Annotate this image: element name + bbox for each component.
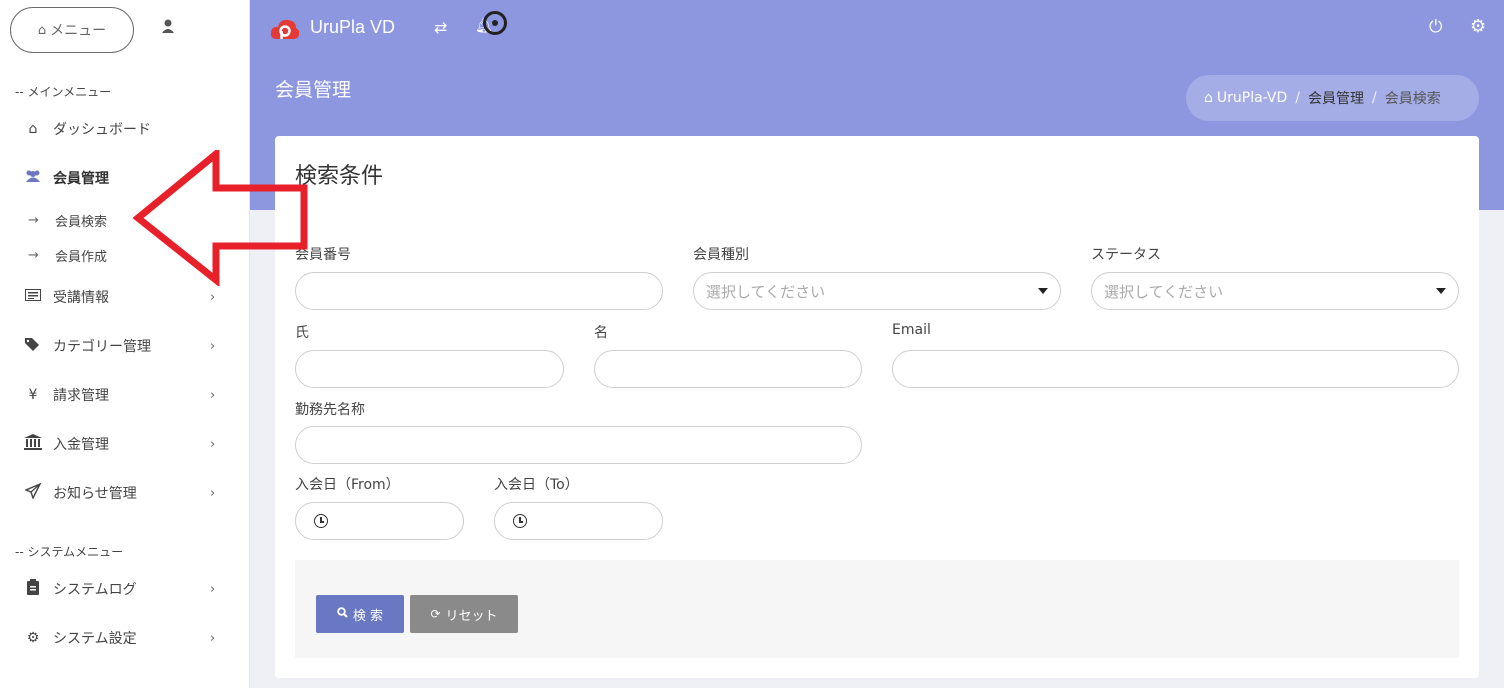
status-label: ステータス xyxy=(1091,247,1161,263)
sidebar-item-notifications[interactable]: お知らせ管理 › xyxy=(0,475,250,511)
email-label: Email xyxy=(892,322,931,338)
home-icon: ⌂ xyxy=(37,22,47,38)
chevron-right-icon: › xyxy=(210,289,216,305)
sidebar-subitem-label: 会員検索 xyxy=(55,214,108,230)
sidebar-item-label: 会員管理 xyxy=(53,171,109,187)
users-icon xyxy=(24,169,42,187)
form-actions: 検 索 ⟳ リセット xyxy=(295,560,1459,658)
power-icon[interactable]: ⏻ xyxy=(1429,17,1442,37)
sidebar-item-dashboard[interactable]: ⌂ ダッシュボード xyxy=(0,111,250,147)
join-date-from-input[interactable] xyxy=(295,502,464,540)
breadcrumb-separator: / xyxy=(1372,90,1377,106)
caret-down-icon xyxy=(1038,288,1048,294)
sidebar-subitem-label: 会員作成 xyxy=(55,249,108,265)
swap-icon[interactable]: ⇄ xyxy=(434,18,447,37)
first-name-input[interactable] xyxy=(594,350,862,388)
top-header: UruPla VD ⇄ 🔔︎ ⏻ ⚙ xyxy=(250,0,1504,58)
caret-down-icon xyxy=(1436,288,1446,294)
reset-button-label: リセット xyxy=(445,608,498,624)
sidebar-item-payment[interactable]: 入金管理 › xyxy=(0,426,250,462)
refresh-icon: ⟳ xyxy=(430,607,441,621)
gear-icon[interactable]: ⚙ xyxy=(1470,16,1486,37)
breadcrumb-current: 会員検索 xyxy=(1384,91,1441,107)
sidebar-item-label: システム設定 xyxy=(53,631,137,647)
menu-button[interactable]: ⌂ メニュー xyxy=(10,7,134,53)
member-type-placeholder: 選択してください xyxy=(706,282,826,301)
first-name-label: 名 xyxy=(594,325,608,341)
join-date-from-label: 入会日（From） xyxy=(295,477,400,493)
sidebar-item-label: ダッシュボード xyxy=(53,122,151,138)
user-icon[interactable] xyxy=(160,18,176,36)
sidebar-item-category[interactable]: カテゴリー管理 › xyxy=(0,328,250,364)
search-icon xyxy=(337,607,348,621)
clock-icon xyxy=(513,514,527,528)
arrow-right-icon: → xyxy=(28,212,39,228)
sidebar-item-label: 入金管理 xyxy=(53,437,109,453)
sidebar-item-system-log[interactable]: システムログ › xyxy=(0,571,250,607)
arrow-right-icon: → xyxy=(28,247,39,263)
join-date-to-label: 入会日（To） xyxy=(494,477,579,493)
menu-button-label: メニュー xyxy=(50,23,107,39)
join-date-to-input[interactable] xyxy=(494,502,663,540)
chevron-right-icon: › xyxy=(210,485,216,501)
paper-plane-icon xyxy=(24,482,42,503)
chevron-right-icon: › xyxy=(210,387,216,403)
chevron-right-icon: › xyxy=(210,436,216,452)
company-input[interactable] xyxy=(295,426,862,464)
sidebar-item-label: 請求管理 xyxy=(53,388,109,404)
sidebar-item-label: カテゴリー管理 xyxy=(53,339,151,355)
member-type-label: 会員種別 xyxy=(693,247,749,263)
annotation-arrow-icon xyxy=(132,150,308,286)
home-icon: ⌂ xyxy=(1204,90,1213,106)
sidebar-item-system-settings[interactable]: ⚙ システム設定 › xyxy=(0,620,250,656)
breadcrumb-link-member-management[interactable]: 会員管理 xyxy=(1308,88,1364,108)
sidebar-item-label: システムログ xyxy=(53,582,137,598)
email-input[interactable] xyxy=(892,350,1459,388)
breadcrumb-separator: / xyxy=(1295,90,1300,106)
clipboard-icon xyxy=(24,579,42,599)
cloud-logo-icon xyxy=(270,19,300,39)
member-type-select[interactable]: 選択してください xyxy=(693,272,1061,310)
sidebar-item-billing[interactable]: ¥ 請求管理 › xyxy=(0,377,250,413)
app-title[interactable]: UruPla VD xyxy=(310,17,395,38)
search-button-label: 検 索 xyxy=(352,608,384,624)
company-label: 勤務先名称 xyxy=(295,402,365,418)
last-name-input[interactable] xyxy=(295,350,564,388)
yen-icon: ¥ xyxy=(28,387,38,403)
last-name-label: 氏 xyxy=(295,325,309,341)
cogs-icon: ⚙ xyxy=(26,630,40,646)
sidebar-item-label: お知らせ管理 xyxy=(53,486,137,502)
status-select[interactable]: 選択してください xyxy=(1091,272,1459,310)
chevron-right-icon: › xyxy=(210,630,216,646)
cursor-indicator xyxy=(483,11,507,35)
list-icon xyxy=(24,289,42,305)
reset-button[interactable]: ⟳ リセット xyxy=(410,595,518,633)
bank-icon xyxy=(24,434,42,454)
clock-icon xyxy=(314,514,328,528)
sidebar: ⌂ メニュー -- メインメニュー ⌂ ダッシュボード 会員管理 → 会員検索 … xyxy=(0,0,250,688)
member-number-input[interactable] xyxy=(295,272,663,310)
home-icon: ⌂ xyxy=(28,121,38,137)
tags-icon xyxy=(24,337,42,355)
search-button[interactable]: 検 索 xyxy=(316,595,404,633)
page-title: 会員管理 xyxy=(275,79,352,101)
search-card: 検索条件 会員番号 会員種別 選択してください ステータス 選択してください 氏… xyxy=(275,136,1479,678)
status-placeholder: 選択してください xyxy=(1104,282,1224,301)
chevron-right-icon: › xyxy=(210,338,216,354)
main-menu-label: -- メインメニュー xyxy=(15,85,112,99)
breadcrumb-link-home[interactable]: UruPla-VD xyxy=(1217,90,1287,106)
chevron-right-icon: › xyxy=(210,581,216,597)
sidebar-item-label: 受講情報 xyxy=(53,290,109,306)
system-menu-label: -- システムメニュー xyxy=(15,545,124,559)
breadcrumb: ⌂ UruPla-VD / 会員管理 / 会員検索 xyxy=(1186,75,1479,121)
